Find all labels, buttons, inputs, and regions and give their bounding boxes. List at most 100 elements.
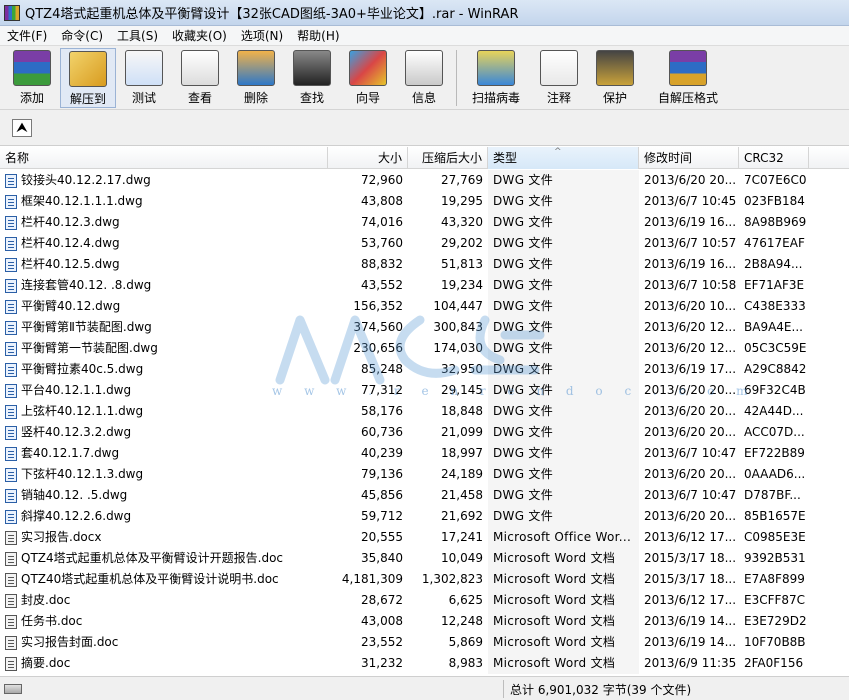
- table-row[interactable]: 栏杆40.12.4.dwg 53,760 29,202 DWG 文件 2013/6/7 …: [0, 233, 849, 254]
- table-row[interactable]: 销轴40.12. .5.dwg 45,856 21,458 DWG 文件 2013/6/…: [0, 485, 849, 506]
- file-name-cell[interactable]: 销轴40.12. .5.dwg: [0, 485, 328, 506]
- wizard-label: 向导: [355, 91, 380, 105]
- table-row[interactable]: 摘要.doc 31,232 8,983 Microsoft Word 文档 2013/6…: [0, 653, 849, 674]
- file-packed-size: 21,692: [441, 509, 483, 523]
- file-name-cell[interactable]: 下弦杆40.12.1.3.dwg: [0, 464, 328, 485]
- file-name-cell[interactable]: 框架40.12.1.1.1.dwg: [0, 191, 328, 212]
- file-name-cell[interactable]: 栏杆40.12.5.dwg: [0, 254, 328, 275]
- table-row[interactable]: 实习报告封面.doc 23,552 5,869 Microsoft Word 文档 20…: [0, 632, 849, 653]
- add-button[interactable]: 添加: [4, 48, 60, 108]
- table-row[interactable]: 上弦杆40.12.1.1.dwg 58,176 18,848 DWG 文件 2013/6…: [0, 401, 849, 422]
- file-size: 28,672: [361, 593, 403, 607]
- menu-help[interactable]: 帮助(H): [290, 26, 346, 46]
- table-row[interactable]: 连接套管40.12. .8.dwg 43,552 19,234 DWG 文件 2013/…: [0, 275, 849, 296]
- file-modified: 2013/6/19 16...: [644, 215, 737, 229]
- menu-tools[interactable]: 工具(S): [110, 26, 165, 46]
- file-name: 平台40.12.1.1.dwg: [21, 383, 132, 397]
- test-button[interactable]: 测试: [116, 48, 172, 108]
- file-size: 156,352: [353, 299, 403, 313]
- file-crc: 0AAAD6...: [744, 467, 806, 481]
- file-name-cell[interactable]: QTZ4塔式起重机总体及平衡臂设计开题报告.doc: [0, 548, 328, 569]
- sfx-icon: [669, 50, 707, 86]
- up-folder-button[interactable]: ⮝: [12, 118, 32, 137]
- wizard-button[interactable]: 向导: [340, 48, 396, 108]
- file-name-cell[interactable]: 栏杆40.12.4.dwg: [0, 233, 328, 254]
- file-size: 85,248: [361, 362, 403, 376]
- file-type: Microsoft Word 文档: [488, 653, 639, 674]
- file-name-cell[interactable]: 连接套管40.12. .8.dwg: [0, 275, 328, 296]
- file-name-cell[interactable]: 封皮.doc: [0, 590, 328, 611]
- menu-options[interactable]: 选项(N): [234, 26, 290, 46]
- info-button[interactable]: 信息: [396, 48, 452, 108]
- file-name-cell[interactable]: 平衡臂第Ⅱ节装配图.dwg: [0, 317, 328, 338]
- view-button[interactable]: 查看: [172, 48, 228, 108]
- menu-favorites[interactable]: 收藏夹(O): [165, 26, 234, 46]
- column-packed[interactable]: 压缩后大小: [408, 147, 488, 169]
- find-binoculars-icon: [293, 50, 331, 86]
- table-row[interactable]: QTZ40塔式起重机总体及平衡臂设计说明书.doc 4,181,309 1,302,…: [0, 569, 849, 590]
- menu-file[interactable]: 文件(F): [0, 26, 54, 46]
- dwg-file-icon: [5, 299, 17, 314]
- sfx-button[interactable]: 自解压格式: [643, 48, 733, 108]
- file-name-cell[interactable]: 上弦杆40.12.1.1.dwg: [0, 401, 328, 422]
- table-row[interactable]: 平衡臂第一节装配图.dwg 230,656 174,030 DWG 文件 2013/6/…: [0, 338, 849, 359]
- file-name: 竖杆40.12.3.2.dwg: [21, 425, 132, 439]
- file-type: DWG 文件: [488, 233, 639, 254]
- column-type[interactable]: 类型 ^: [488, 147, 639, 169]
- file-packed-size: 27,769: [441, 173, 483, 187]
- table-row[interactable]: QTZ4塔式起重机总体及平衡臂设计开题报告.doc 35,840 10,049 Mic…: [0, 548, 849, 569]
- table-row[interactable]: 封皮.doc 28,672 6,625 Microsoft Word 文档 2013/6…: [0, 590, 849, 611]
- column-size[interactable]: 大小: [328, 147, 408, 169]
- test-label: 测试: [131, 91, 156, 105]
- file-type: DWG 文件: [488, 338, 639, 359]
- file-modified: 2013/6/19 17...: [644, 362, 737, 376]
- table-row[interactable]: 竖杆40.12.3.2.dwg 60,736 21,099 DWG 文件 2013/6/…: [0, 422, 849, 443]
- file-name-cell[interactable]: 斜撑40.12.2.6.dwg: [0, 506, 328, 527]
- table-row[interactable]: 铰接头40.12.2.17.dwg 72,960 27,769 DWG 文件 2013/…: [0, 170, 849, 191]
- file-name-cell[interactable]: 栏杆40.12.3.dwg: [0, 212, 328, 233]
- virus-scan-button[interactable]: 扫描病毒: [461, 48, 531, 108]
- extract-to-button[interactable]: 解压到: [60, 48, 116, 108]
- protect-button[interactable]: 保护: [587, 48, 643, 108]
- dwg-file-icon: [5, 173, 17, 188]
- table-row[interactable]: 套40.12.1.7.dwg 40,239 18,997 DWG 文件 2013/6/7…: [0, 443, 849, 464]
- table-row[interactable]: 栏杆40.12.3.dwg 74,016 43,320 DWG 文件 2013/6/19…: [0, 212, 849, 233]
- file-name-cell[interactable]: 平衡臂拉素40c.5.dwg: [0, 359, 328, 380]
- comment-icon: [540, 50, 578, 86]
- up-folder-icon: ⮝: [16, 120, 28, 134]
- file-name-cell[interactable]: 实习报告封面.doc: [0, 632, 328, 653]
- menu-commands[interactable]: 命令(C): [54, 26, 110, 46]
- file-name-cell[interactable]: 套40.12.1.7.dwg: [0, 443, 328, 464]
- table-row[interactable]: 平衡臂拉素40c.5.dwg 85,248 32,950 DWG 文件 2013/6/1…: [0, 359, 849, 380]
- file-modified: 2013/6/12 17...: [644, 593, 737, 607]
- file-crc: 47617EAF: [744, 236, 805, 250]
- file-name-cell[interactable]: 摘要.doc: [0, 653, 328, 674]
- table-row[interactable]: 框架40.12.1.1.1.dwg 43,808 19,295 DWG 文件 2013/…: [0, 191, 849, 212]
- table-row[interactable]: 平衡臂第Ⅱ节装配图.dwg 374,560 300,843 DWG 文件 2013/6/…: [0, 317, 849, 338]
- column-modified[interactable]: 修改时间: [639, 147, 739, 169]
- file-name-cell[interactable]: 实习报告.docx: [0, 527, 328, 548]
- file-crc: D787BF...: [744, 488, 801, 502]
- file-packed-size: 21,099: [441, 425, 483, 439]
- table-row[interactable]: 栏杆40.12.5.dwg 88,832 51,813 DWG 文件 2013/6/19…: [0, 254, 849, 275]
- file-rows: 铰接头40.12.2.17.dwg 72,960 27,769 DWG 文件 2013/…: [0, 170, 849, 674]
- comment-button[interactable]: 注释: [531, 48, 587, 108]
- delete-button[interactable]: 删除: [228, 48, 284, 108]
- file-type: Microsoft Word 文档: [488, 590, 639, 611]
- file-name-cell[interactable]: 平衡臂第一节装配图.dwg: [0, 338, 328, 359]
- file-type: DWG 文件: [488, 506, 639, 527]
- find-button[interactable]: 查找: [284, 48, 340, 108]
- file-name-cell[interactable]: 平衡臂40.12.dwg: [0, 296, 328, 317]
- table-row[interactable]: 任务书.doc 43,008 12,248 Microsoft Word 文档 2013…: [0, 611, 849, 632]
- table-row[interactable]: 斜撑40.12.2.6.dwg 59,712 21,692 DWG 文件 2013/6/…: [0, 506, 849, 527]
- file-name-cell[interactable]: 任务书.doc: [0, 611, 328, 632]
- table-row[interactable]: 下弦杆40.12.1.3.dwg 79,136 24,189 DWG 文件 2013/6…: [0, 464, 849, 485]
- file-name-cell[interactable]: 竖杆40.12.3.2.dwg: [0, 422, 328, 443]
- file-packed-size: 51,813: [441, 257, 483, 271]
- table-row[interactable]: 实习报告.docx 20,555 17,241 Microsoft Office Wo…: [0, 527, 849, 548]
- column-name[interactable]: 名称: [0, 147, 328, 169]
- table-row[interactable]: 平衡臂40.12.dwg 156,352 104,447 DWG 文件 2013/6/2…: [0, 296, 849, 317]
- file-name-cell[interactable]: 铰接头40.12.2.17.dwg: [0, 170, 328, 191]
- column-crc[interactable]: CRC32: [739, 147, 809, 169]
- file-name-cell[interactable]: QTZ40塔式起重机总体及平衡臂设计说明书.doc: [0, 569, 328, 590]
